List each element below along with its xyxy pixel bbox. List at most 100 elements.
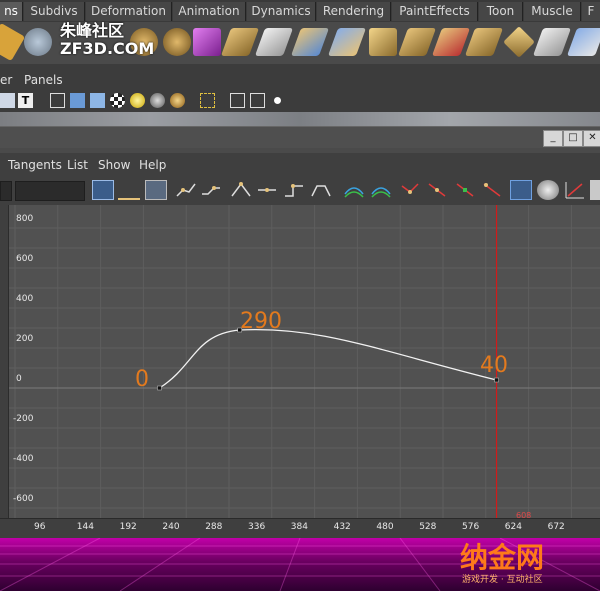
- nodes-icon[interactable]: [270, 93, 285, 108]
- graph-editor-titlebar: _ □ ✕: [0, 126, 600, 149]
- key-annotation: 290: [240, 309, 282, 334]
- close-icon[interactable]: ✕: [583, 130, 600, 147]
- shelf-cut-icon[interactable]: [0, 22, 26, 62]
- shelf-tab-rendering[interactable]: Rendering: [317, 2, 391, 21]
- shelf-tab-toon[interactable]: Toon: [479, 2, 523, 21]
- x-tick-label: 96: [34, 522, 46, 532]
- textured-icon[interactable]: [110, 93, 125, 108]
- banner-logo: 纳金网: [460, 541, 545, 574]
- stats-field-1[interactable]: [0, 181, 12, 201]
- lights-icon[interactable]: [130, 93, 145, 108]
- shelf-subdivide-icon[interactable]: [464, 28, 504, 56]
- isolate-icon[interactable]: [0, 93, 15, 108]
- menu-help[interactable]: Help: [139, 158, 166, 172]
- shelf-separate-icon[interactable]: [566, 28, 600, 56]
- shelf-sphere-icon[interactable]: [24, 28, 52, 56]
- animation-curve: [159, 328, 497, 389]
- shelf-combine-icon[interactable]: [532, 28, 572, 56]
- shelf-tab-fluids[interactable]: F: [582, 2, 600, 21]
- menu-show[interactable]: Show: [98, 158, 130, 172]
- shelf-smooth-icon[interactable]: [431, 28, 471, 56]
- select-region-icon[interactable]: [200, 93, 215, 108]
- graph-canvas[interactable]: 0 290 40: [0, 205, 600, 518]
- shaded-wire-cube-icon[interactable]: [90, 93, 105, 108]
- x-tick-label: 240: [162, 522, 180, 532]
- graph-view[interactable]: 0 290 40: [0, 205, 600, 518]
- key-annotation: 0: [135, 367, 149, 392]
- banner-subtitle: 游戏开发 · 互动社区: [462, 575, 543, 585]
- menu-list[interactable]: List: [67, 158, 88, 172]
- wireframe-cube-icon[interactable]: [50, 93, 65, 108]
- menu-tangents[interactable]: Tangents: [8, 158, 62, 172]
- free-weight-icon[interactable]: [455, 180, 477, 200]
- clamped-tangent-icon[interactable]: [200, 180, 222, 200]
- plateau-tangent-icon[interactable]: [310, 180, 332, 200]
- stats-field-2[interactable]: [15, 181, 85, 201]
- keyframe: [157, 385, 162, 391]
- shelf-extrude-icon[interactable]: [290, 28, 330, 56]
- y-tick-label: 800: [16, 214, 34, 224]
- keyframe: [494, 377, 499, 383]
- lattice-icon[interactable]: [145, 180, 167, 200]
- step-tangent-icon[interactable]: [283, 180, 305, 200]
- resolution-gate-icon[interactable]: [250, 93, 265, 108]
- buffer-curve-icon[interactable]: [343, 180, 365, 200]
- denormalize-icon[interactable]: [590, 180, 600, 200]
- maximize-icon[interactable]: □: [563, 130, 583, 147]
- shelf-tab-0[interactable]: ns: [0, 2, 23, 21]
- move-key-icon[interactable]: [92, 180, 114, 200]
- viewport-background: [0, 112, 600, 126]
- x-tick-label: 144: [76, 522, 94, 532]
- shelf-pyramid-icon[interactable]: [503, 26, 535, 58]
- load-selected-icon[interactable]: [537, 180, 559, 200]
- x-tick-label: 192: [119, 522, 137, 532]
- outliner-edge: [0, 205, 9, 518]
- menu-panels[interactable]: Panels: [24, 73, 63, 87]
- insert-key-icon[interactable]: [118, 180, 140, 200]
- shelf-bridge-icon[interactable]: [327, 28, 367, 56]
- x-tick-label: 384: [290, 522, 308, 532]
- shadows-icon[interactable]: [150, 93, 165, 108]
- minimize-icon[interactable]: _: [543, 130, 563, 147]
- auto-load-icon[interactable]: [510, 180, 532, 200]
- flat-tangent-icon[interactable]: [256, 180, 278, 200]
- y-tick-label: 600: [16, 254, 34, 264]
- break-tangent-icon[interactable]: [400, 180, 422, 200]
- shelf-tab-deformation[interactable]: Deformation: [86, 2, 172, 21]
- shelf-tab-animation[interactable]: Animation: [173, 2, 246, 21]
- shelf-tab-painteffects[interactable]: PaintEffects: [392, 2, 478, 21]
- text-icon[interactable]: T: [18, 93, 33, 108]
- x-tick-label: 480: [376, 522, 394, 532]
- shelf-tab-subdivs[interactable]: Subdivs: [24, 2, 85, 21]
- y-tick-label: 0: [16, 374, 22, 384]
- camera-cube-icon[interactable]: [230, 93, 245, 108]
- spline-tangent-icon[interactable]: [175, 180, 197, 200]
- lock-weight-icon[interactable]: [482, 180, 504, 200]
- unify-tangent-icon[interactable]: [427, 180, 449, 200]
- current-frame-label: 608: [516, 511, 532, 520]
- swap-buffer-icon[interactable]: [370, 180, 392, 200]
- shelf-plane-icon[interactable]: [220, 28, 260, 56]
- y-tick-label: -200: [13, 414, 34, 424]
- normalize-icon[interactable]: [564, 180, 586, 200]
- shelf-cube-purple-icon[interactable]: [193, 28, 221, 56]
- shaded-cube-icon[interactable]: [70, 93, 85, 108]
- hq-render-icon[interactable]: [170, 93, 185, 108]
- x-tick-label: 336: [248, 522, 266, 532]
- key-annotation: 40: [480, 353, 508, 378]
- shelf-tab-dynamics[interactable]: Dynamics: [247, 2, 316, 21]
- x-tick-label: 624: [504, 522, 522, 532]
- shelf-tab-muscle[interactable]: Muscle: [524, 2, 581, 21]
- shelf-split-icon[interactable]: [397, 28, 437, 56]
- shelf-select-plane-icon[interactable]: [254, 28, 294, 56]
- shelf-box-icon[interactable]: [369, 28, 397, 56]
- panel-toolbar: T: [0, 90, 600, 112]
- watermark-line2: ZF3D.COM: [60, 39, 155, 58]
- x-tick-label: 288: [205, 522, 223, 532]
- menu-view[interactable]: er: [0, 73, 12, 87]
- x-tick-label: 576: [462, 522, 480, 532]
- linear-tangent-icon[interactable]: [230, 180, 252, 200]
- x-tick-label: 432: [333, 522, 351, 532]
- watermark-line1: 朱峰社区: [60, 21, 125, 40]
- y-tick-label: 200: [16, 334, 34, 344]
